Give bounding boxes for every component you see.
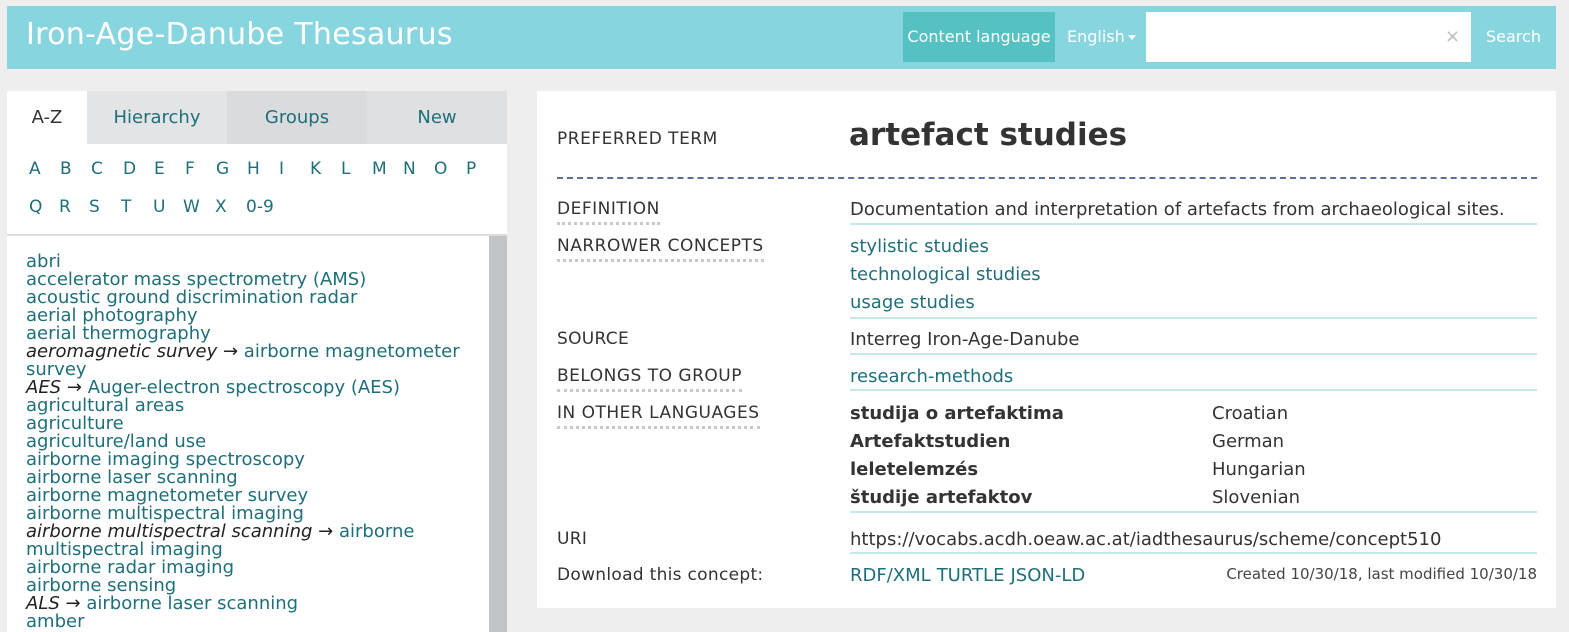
letter-link[interactable]: F (185, 159, 195, 179)
letter-link[interactable]: X (215, 197, 227, 217)
source-label: SOURCE (557, 329, 629, 349)
definition-label[interactable]: DEFINITION (557, 199, 660, 225)
letter-link[interactable]: T (121, 197, 131, 217)
letter-link[interactable]: W (183, 197, 200, 217)
content-language-label: Content language (903, 12, 1055, 62)
other-languages-label[interactable]: IN OTHER LANGUAGES (557, 403, 760, 429)
term-link[interactable]: airborne (339, 521, 414, 542)
dashed-divider (557, 177, 1537, 179)
tab-new[interactable]: New (367, 91, 507, 144)
alphabet-index: A B C D E F G H I K L M N O P Q R S T U … (7, 144, 507, 234)
separator (850, 223, 1537, 225)
translation-term: leletelemzés (850, 459, 979, 480)
top-header: Iron-Age-Danube Thesaurus Content langua… (7, 6, 1556, 69)
translation-language: German (1212, 431, 1285, 452)
translation-term: studija o artefaktima (850, 403, 1064, 424)
clear-search-icon[interactable]: × (1445, 12, 1460, 62)
caret-down-icon (1127, 35, 1136, 40)
download-rdf-xml-link[interactable]: RDF/XML (850, 565, 931, 586)
letter-link[interactable]: O (434, 159, 447, 179)
source-value: Interreg Iron-Age-Danube (850, 329, 1080, 350)
letter-link[interactable]: P (466, 159, 476, 179)
download-json-ld-link[interactable]: JSON-LD (1010, 565, 1085, 586)
separator (850, 389, 1537, 391)
sidebar-tabs: A-Z Hierarchy Groups New (7, 91, 507, 144)
download-label: Download this concept: (557, 565, 764, 585)
created-modified-info: Created 10/30/18, last modified 10/30/18 (1226, 565, 1537, 583)
preferred-term-label: PREFERRED TERM (557, 129, 718, 149)
letter-link[interactable]: K (310, 159, 321, 179)
definition-value: Documentation and interpretation of arte… (850, 199, 1505, 220)
letter-link[interactable]: M (372, 159, 387, 179)
preferred-term: artefact studies (849, 117, 1128, 153)
letter-link[interactable]: Q (29, 197, 42, 217)
tab-hierarchy[interactable]: Hierarchy (87, 91, 227, 144)
search-button[interactable]: Search (1486, 12, 1541, 62)
letter-link[interactable]: L (341, 159, 350, 179)
separator (850, 511, 1537, 513)
translation-term: študije artefaktov (850, 487, 1033, 508)
narrower-concepts-label[interactable]: NARROWER CONCEPTS (557, 236, 764, 262)
language-dropdown[interactable]: English (1067, 12, 1136, 62)
letter-link[interactable]: 0-9 (246, 197, 274, 217)
letter-link[interactable]: R (59, 197, 71, 217)
belongs-to-group-label[interactable]: BELONGS TO GROUP (557, 366, 742, 392)
term-link[interactable]: airborne laser scanning (86, 593, 298, 614)
translation-language: Croatian (1212, 403, 1289, 424)
uri-value[interactable]: https://vocabs.acdh.oeaw.ac.at/iadthesau… (850, 529, 1441, 550)
scrollbar[interactable] (489, 236, 507, 632)
term-redirect: aeromagnetic survey → airborne magnetome… (26, 343, 460, 361)
arrow-right-icon: → (318, 521, 334, 542)
narrower-concept-link[interactable]: technological studies (850, 264, 1041, 285)
letter-link[interactable]: H (247, 159, 260, 179)
letter-link[interactable]: E (154, 159, 165, 179)
sidebar: A-Z Hierarchy Groups New A B C D E F G H… (7, 91, 507, 632)
letter-link[interactable]: N (403, 159, 416, 179)
letter-link[interactable]: B (60, 159, 72, 179)
group-link[interactable]: research-methods (850, 366, 1013, 387)
term-list: abri accelerator mass spectrometry (AMS)… (7, 236, 489, 632)
narrower-concept-link[interactable]: stylistic studies (850, 236, 989, 257)
letter-link[interactable]: S (89, 197, 100, 217)
download-turtle-link[interactable]: TURTLE (937, 565, 1005, 586)
translation-language: Hungarian (1212, 459, 1306, 480)
letter-link[interactable]: I (279, 159, 284, 179)
tab-a-z[interactable]: A-Z (7, 91, 87, 144)
letter-link[interactable]: D (123, 159, 136, 179)
uri-label: URI (557, 529, 588, 549)
separator (850, 353, 1537, 355)
separator (850, 552, 1537, 554)
term-link[interactable]: amber (26, 613, 84, 631)
arrow-right-icon: → (222, 341, 239, 362)
separator (850, 317, 1537, 319)
term-link[interactable]: airborne magnetometer (244, 341, 460, 362)
concept-panel: PREFERRED TERM artefact studies DEFINITI… (537, 91, 1556, 608)
site-title[interactable]: Iron-Age-Danube Thesaurus (26, 17, 453, 52)
letter-link[interactable]: U (153, 197, 165, 217)
language-selected: English (1067, 27, 1125, 46)
narrower-concept-link[interactable]: usage studies (850, 292, 975, 313)
letter-link[interactable]: G (216, 159, 229, 179)
letter-link[interactable]: A (29, 159, 41, 179)
translation-language: Slovenian (1212, 487, 1301, 508)
translation-term: Artefaktstudien (850, 431, 1011, 452)
letter-link[interactable]: C (91, 159, 103, 179)
tab-groups[interactable]: Groups (227, 91, 367, 144)
download-links: RDF/XML TURTLE JSON-LD (850, 565, 1091, 586)
search-input[interactable] (1146, 12, 1471, 62)
